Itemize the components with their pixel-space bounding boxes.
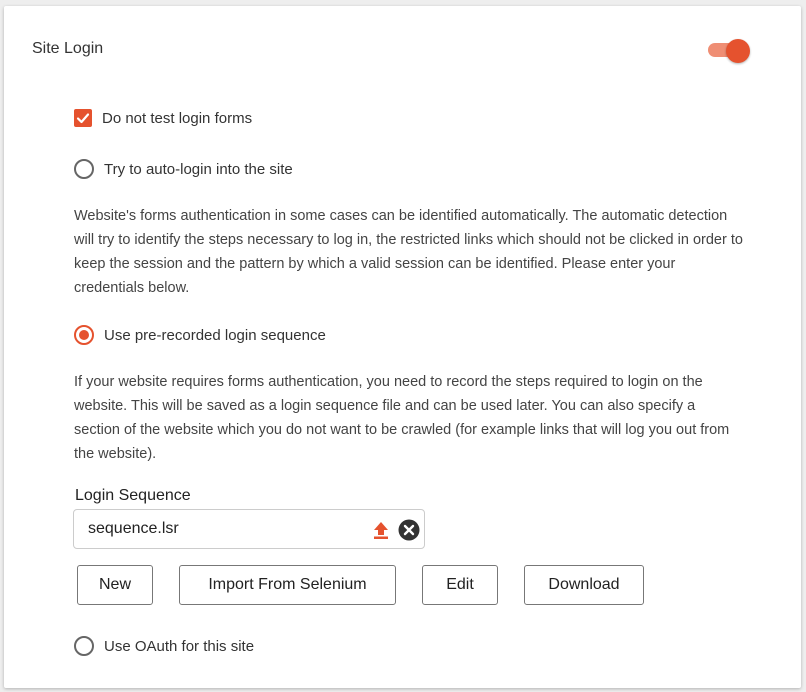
import-from-selenium-button[interactable]: Import From Selenium xyxy=(179,565,396,605)
download-button[interactable]: Download xyxy=(524,565,644,605)
toggle-knob xyxy=(726,39,750,63)
oauth-option[interactable]: Use OAuth for this site xyxy=(74,636,254,656)
auto-login-option[interactable]: Try to auto-login into the site xyxy=(74,159,293,179)
prerecorded-sequence-description: If your website requires forms authentic… xyxy=(74,374,730,462)
auto-login-radio[interactable] xyxy=(74,159,94,179)
upload-icon[interactable] xyxy=(371,520,391,540)
prerecorded-sequence-label: Use pre-recorded login sequence xyxy=(104,326,326,344)
login-sequence-file-name: sequence.lsr xyxy=(88,520,179,537)
no-test-login-checkbox[interactable] xyxy=(74,109,92,127)
login-sequence-label: Login Sequence xyxy=(75,487,191,504)
site-login-panel: Site Login Do not test login forms Try t… xyxy=(4,6,801,688)
section-title: Site Login xyxy=(32,40,104,57)
oauth-radio[interactable] xyxy=(74,636,94,656)
prerecorded-sequence-radio[interactable] xyxy=(74,325,94,345)
prerecorded-sequence-option[interactable]: Use pre-recorded login sequence xyxy=(74,325,326,345)
site-login-toggle[interactable] xyxy=(704,39,750,63)
new-button[interactable]: New xyxy=(77,565,153,605)
edit-button[interactable]: Edit xyxy=(422,565,498,605)
checkmark-icon xyxy=(76,113,90,124)
auto-login-label: Try to auto-login into the site xyxy=(104,160,293,178)
no-test-login-label: Do not test login forms xyxy=(102,109,253,127)
login-sequence-field[interactable]: sequence.lsr xyxy=(73,509,425,549)
clear-icon[interactable] xyxy=(398,519,420,541)
auto-login-description: Website's forms authentication in some c… xyxy=(74,208,743,296)
no-test-login-option[interactable]: Do not test login forms xyxy=(74,109,252,127)
radio-selected-dot xyxy=(79,330,89,340)
oauth-label: Use OAuth for this site xyxy=(104,637,255,655)
